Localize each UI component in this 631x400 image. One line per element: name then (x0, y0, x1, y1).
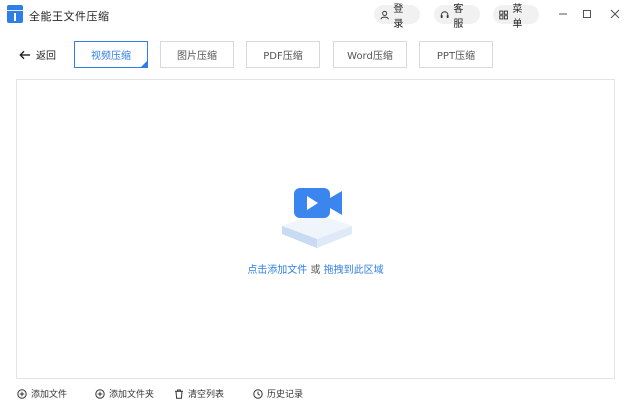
maximize-button[interactable] (579, 6, 595, 22)
drop-instructions: 点击添加文件 或 拖拽到此区域 (17, 261, 614, 276)
clear-list-label: 清空列表 (188, 390, 225, 400)
video-upload-icon (282, 188, 352, 248)
tab-label: PPT压缩 (436, 51, 476, 62)
tab-video-compress[interactable]: 视频压缩 (74, 41, 148, 68)
or-text: 或 (310, 265, 321, 276)
add-folder-label: 添加文件夹 (109, 390, 155, 400)
file-drop-zone[interactable]: 点击添加文件 或 拖拽到此区域 (16, 79, 615, 379)
add-folder-button[interactable]: 添加文件夹 (95, 387, 154, 400)
close-button[interactable] (607, 6, 623, 22)
menu-button[interactable]: 菜单 (493, 4, 539, 30)
back-button[interactable]: 返回 (19, 47, 56, 62)
clear-list-button[interactable]: 清空列表 (174, 387, 224, 400)
minimize-button[interactable] (555, 6, 571, 22)
login-button[interactable]: 登录 (374, 4, 420, 30)
tab-label: Word压缩 (347, 51, 393, 62)
title-bar: 全能王文件压缩 登录 客服 菜单 (0, 0, 631, 30)
minimize-icon (559, 13, 567, 15)
tab-word-compress[interactable]: Word压缩 (333, 41, 407, 68)
grid-menu-icon (499, 10, 509, 19)
tab-image-compress[interactable]: 图片压缩 (160, 41, 234, 68)
arrow-left-icon (19, 50, 30, 59)
plus-circle-icon (17, 388, 27, 399)
history-label: 历史记录 (267, 390, 304, 400)
back-label: 返回 (36, 51, 56, 62)
close-icon (610, 9, 620, 19)
history-button[interactable]: 历史记录 (253, 387, 303, 400)
menu-label: 菜单 (512, 3, 523, 30)
drag-here-link: 拖拽到此区域 (323, 265, 384, 276)
add-file-button[interactable]: 添加文件 (17, 387, 67, 400)
user-icon (380, 10, 389, 19)
maximize-icon (583, 10, 591, 18)
tab-label: PDF压缩 (263, 51, 303, 62)
add-file-label: 添加文件 (31, 390, 68, 400)
service-label: 客服 (453, 3, 464, 30)
login-label: 登录 (393, 3, 404, 30)
customer-service-button[interactable]: 客服 (434, 4, 480, 30)
headset-icon (440, 10, 449, 18)
app-title: 全能王文件压缩 (29, 10, 110, 23)
app-logo-icon (7, 5, 23, 23)
tab-pdf-compress[interactable]: PDF压缩 (246, 41, 320, 68)
add-file-link[interactable]: 点击添加文件 (247, 265, 307, 276)
tab-label: 视频压缩 (91, 51, 131, 62)
trash-icon (175, 389, 183, 399)
tab-label: 图片压缩 (177, 51, 217, 62)
plus-circle-icon (95, 388, 105, 399)
tab-ppt-compress[interactable]: PPT压缩 (419, 41, 493, 68)
history-icon (253, 388, 263, 399)
